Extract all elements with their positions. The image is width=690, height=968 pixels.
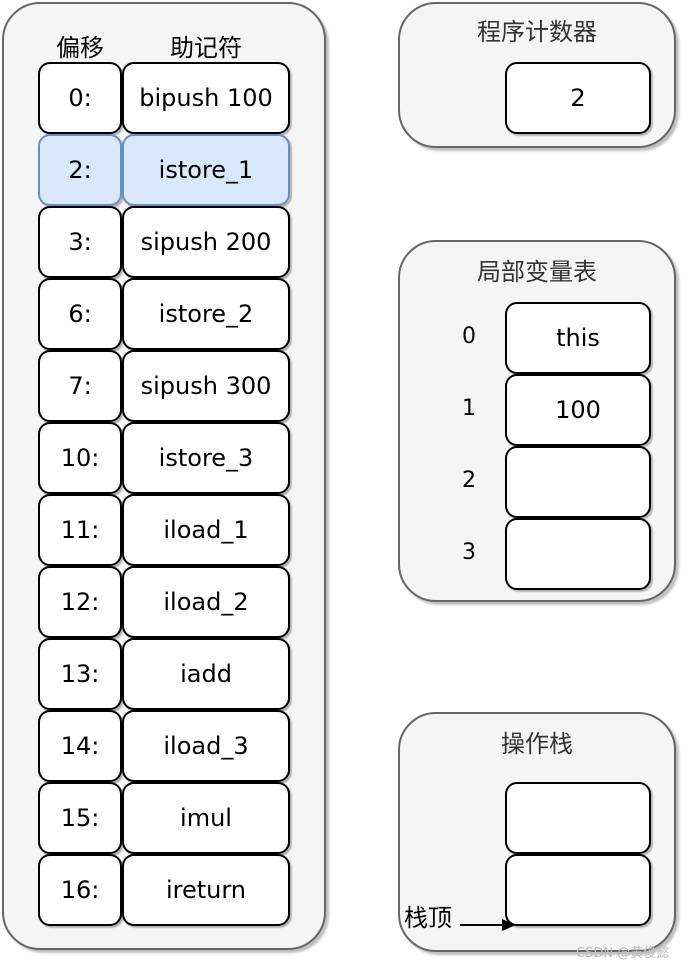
offset-cell: 10:: [38, 422, 122, 494]
operand-stack-title: 操作栈: [501, 730, 573, 758]
offset-cell: 11:: [38, 494, 122, 566]
mnemonic-cell: iload_3: [122, 710, 290, 782]
slot-index: 0: [462, 324, 476, 349]
offset-cell: 0:: [38, 62, 122, 134]
mnemonic-cell: sipush 200: [122, 206, 290, 278]
program-counter-value: 2: [505, 62, 651, 134]
offset-cell: 7:: [38, 350, 122, 422]
local-variable-slot: this: [505, 302, 651, 374]
offset-cell: 14:: [38, 710, 122, 782]
offset-cell: 16:: [38, 854, 122, 926]
mnemonic-cell: ireturn: [122, 854, 290, 926]
offset-cell: 3:: [38, 206, 122, 278]
slot-index: 2: [462, 468, 476, 493]
offset-cell: 13:: [38, 638, 122, 710]
stack-top-arrow-icon: [502, 919, 516, 931]
mnemonic-header: 助记符: [170, 34, 242, 62]
local-variable-slot: [505, 518, 651, 590]
slot-index: 1: [462, 396, 476, 421]
offset-header: 偏移: [56, 34, 104, 62]
mnemonic-cell: istore_2: [122, 278, 290, 350]
mnemonic-cell: sipush 300: [122, 350, 290, 422]
local-variable-slot: 100: [505, 374, 651, 446]
mnemonic-cell: iadd: [122, 638, 290, 710]
offset-cell: 15:: [38, 782, 122, 854]
watermark: CSDN @黄俊懿: [576, 946, 670, 961]
operand-stack-slot: [505, 782, 651, 854]
local-variable-slot: [505, 446, 651, 518]
local-variables-title: 局部变量表: [477, 258, 597, 286]
stack-top-arrow-line: [460, 924, 504, 926]
offset-cell: 12:: [38, 566, 122, 638]
mnemonic-cell: iload_2: [122, 566, 290, 638]
program-counter-title: 程序计数器: [477, 18, 597, 46]
offset-cell: 2:: [38, 134, 122, 206]
stack-top-label: 栈顶: [404, 904, 452, 932]
mnemonic-cell: istore_3: [122, 422, 290, 494]
mnemonic-cell: istore_1: [122, 134, 290, 206]
operand-stack-slot: [505, 854, 651, 926]
mnemonic-cell: imul: [122, 782, 290, 854]
mnemonic-cell: iload_1: [122, 494, 290, 566]
mnemonic-cell: bipush 100: [122, 62, 290, 134]
slot-index: 3: [462, 540, 476, 565]
offset-cell: 6:: [38, 278, 122, 350]
